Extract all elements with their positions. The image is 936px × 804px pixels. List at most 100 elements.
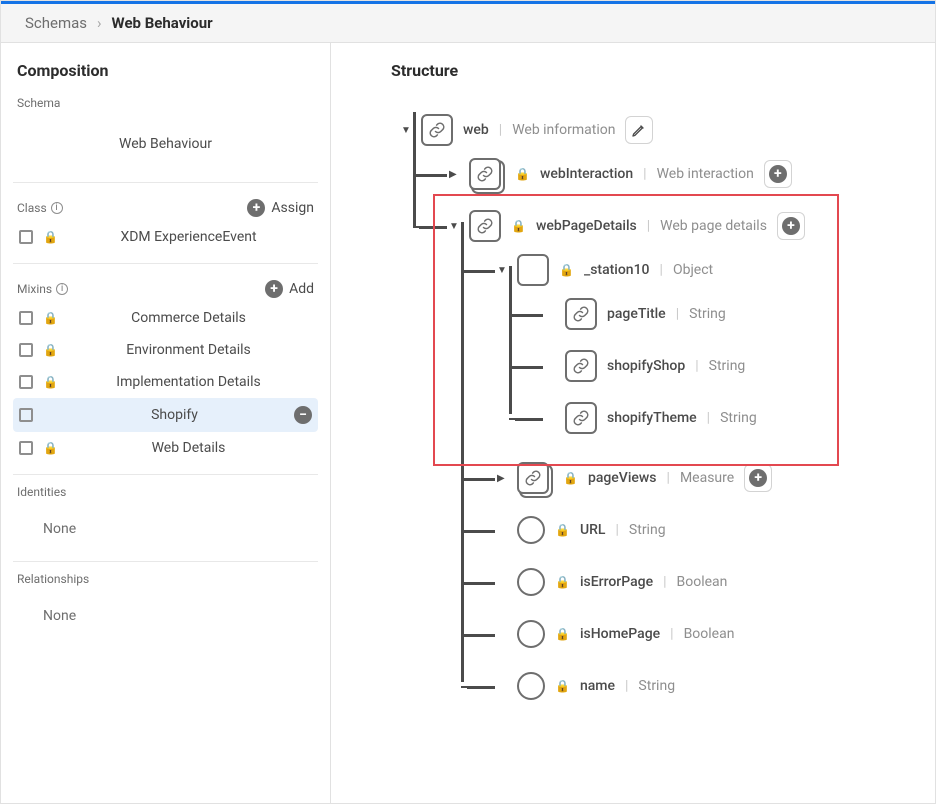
mixin-item[interactable]: 🔒Implementation Details (13, 366, 318, 398)
link-icon (469, 158, 501, 190)
link-icon (565, 402, 597, 434)
tree-node[interactable]: shopifyShop|String (545, 348, 915, 384)
field-name: webInteraction (540, 166, 633, 182)
section-mixins-label: Mixins i (17, 282, 68, 296)
lock-icon: 🔒 (555, 523, 570, 537)
tree-node[interactable]: ▶🔒pageViews|Measure+ (497, 460, 915, 496)
tree-node[interactable]: ▶🔒webInteraction|Web interaction+ (449, 156, 915, 192)
app-window: Schemas › Web Behaviour Composition Sche… (0, 0, 936, 804)
tree-node[interactable]: 🔒URL|String (497, 512, 915, 548)
checkbox-icon[interactable] (19, 408, 33, 422)
tree-node[interactable]: pageTitle|String (545, 296, 915, 332)
checkbox-icon[interactable] (19, 311, 33, 325)
checkbox-icon[interactable] (19, 343, 33, 357)
add-field-button[interactable]: + (764, 160, 792, 188)
field-type: Measure (680, 470, 734, 486)
relationships-none: None (13, 594, 318, 638)
tree-node[interactable]: 🔒name|String (497, 668, 915, 704)
lock-icon: 🔒 (555, 575, 570, 589)
chevron-down-icon[interactable]: ▼ (449, 221, 459, 232)
field-type: String (720, 410, 757, 426)
tree-node[interactable]: ▼🔒webPageDetails|Web page details+ (449, 208, 915, 244)
lock-icon: 🔒 (511, 219, 526, 233)
schema-tree: ▼web|Web information▶🔒webInteraction|Web… (391, 104, 915, 728)
lock-icon: 🔒 (515, 167, 530, 181)
class-item[interactable]: 🔒 XDM ExperienceEvent (13, 221, 318, 253)
divider (13, 182, 318, 183)
mixin-item[interactable]: Shopify− (13, 398, 318, 432)
add-field-button[interactable]: + (744, 464, 772, 492)
field-icon (517, 516, 545, 544)
main-area: Composition Schema Web Behaviour Class i… (1, 43, 935, 803)
section-relationships-label: Relationships (17, 572, 318, 586)
info-icon[interactable]: i (56, 283, 68, 295)
checkbox-icon[interactable] (19, 441, 33, 455)
field-name: web (463, 122, 489, 138)
checkbox-icon[interactable] (19, 375, 33, 389)
field-icon (517, 672, 545, 700)
field-icon (517, 620, 545, 648)
lock-icon: 🔒 (559, 263, 574, 277)
lock-icon: 🔒 (43, 343, 55, 357)
field-type: Object (673, 262, 713, 278)
mixin-label: Shopify (65, 407, 284, 423)
tree-node[interactable]: shopifyTheme|String (545, 400, 915, 436)
mixin-item[interactable]: 🔒Commerce Details (13, 302, 318, 334)
field-name: URL (580, 522, 606, 538)
assign-class-button[interactable]: + Assign (247, 199, 314, 217)
structure-title: Structure (391, 61, 915, 80)
field-icon (517, 568, 545, 596)
breadcrumb-current: Web Behaviour (112, 14, 213, 32)
mixin-item[interactable]: 🔒Environment Details (13, 334, 318, 366)
info-icon[interactable]: i (51, 202, 63, 214)
link-icon (469, 210, 501, 242)
field-type: Web interaction (657, 166, 754, 182)
composition-title: Composition (13, 61, 318, 80)
add-field-button[interactable]: + (777, 212, 805, 240)
lock-icon: 🔒 (43, 230, 55, 244)
field-type: Boolean (677, 574, 728, 590)
chevron-down-icon[interactable]: ▼ (497, 265, 507, 276)
chevron-right-icon[interactable]: ▶ (497, 473, 507, 484)
mixin-label: Web Details (65, 440, 312, 456)
section-class-label: Class i (17, 201, 63, 215)
tree-node[interactable]: 🔒isHomePage|Boolean (497, 616, 915, 652)
field-type: String (629, 522, 666, 538)
tree-node[interactable]: ▼🔒_station10|Object (497, 252, 915, 288)
object-icon (517, 254, 549, 286)
link-icon (565, 298, 597, 330)
plus-icon: + (247, 199, 265, 217)
divider (13, 474, 318, 475)
field-type: Boolean (684, 626, 735, 642)
lock-icon: 🔒 (555, 679, 570, 693)
link-icon (421, 114, 453, 146)
link-icon (565, 350, 597, 382)
chevron-right-icon[interactable]: ▶ (449, 169, 459, 180)
field-name: isErrorPage (580, 574, 653, 590)
plus-icon: + (749, 469, 767, 487)
mixin-item[interactable]: 🔒Web Details (13, 432, 318, 464)
breadcrumb-parent[interactable]: Schemas (25, 14, 87, 32)
tree-node[interactable]: ▼web|Web information (401, 112, 915, 148)
field-name: webPageDetails (536, 218, 637, 234)
add-mixin-button[interactable]: + Add (265, 280, 314, 298)
lock-icon: 🔒 (563, 471, 578, 485)
edit-button[interactable] (625, 116, 653, 144)
plus-icon: + (782, 217, 800, 235)
field-name: shopifyTheme (607, 410, 697, 426)
chevron-down-icon[interactable]: ▼ (401, 125, 411, 136)
field-name: pageTitle (607, 306, 666, 322)
tree-node[interactable]: 🔒isErrorPage|Boolean (497, 564, 915, 600)
breadcrumb: Schemas › Web Behaviour (1, 4, 935, 43)
chevron-right-icon: › (97, 14, 102, 32)
composition-panel: Composition Schema Web Behaviour Class i… (1, 43, 331, 803)
lock-icon: 🔒 (43, 311, 55, 325)
field-name: shopifyShop (607, 358, 685, 374)
checkbox-icon[interactable] (19, 230, 33, 244)
remove-icon[interactable]: − (294, 406, 312, 424)
schema-name: Web Behaviour (13, 118, 318, 172)
lock-icon: 🔒 (43, 375, 55, 389)
divider (13, 561, 318, 562)
field-type: String (709, 358, 746, 374)
field-name: _station10 (584, 262, 650, 278)
